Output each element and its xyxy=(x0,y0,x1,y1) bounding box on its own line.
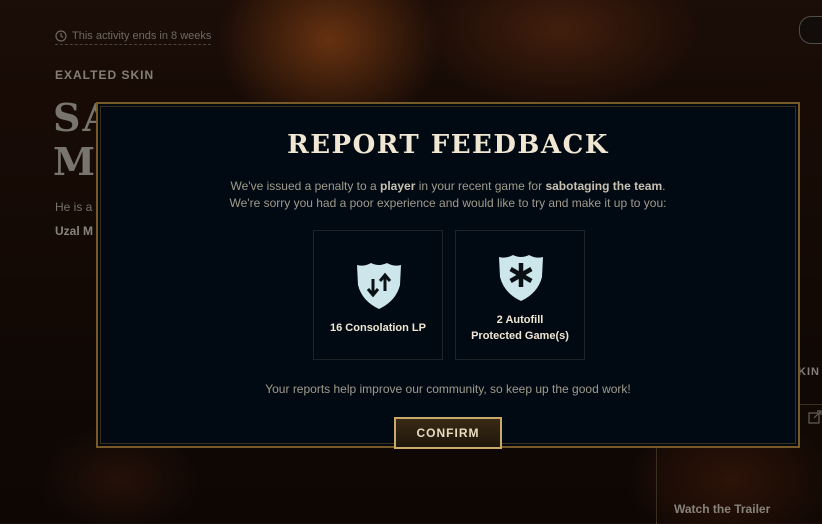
message-text: . xyxy=(662,179,666,193)
modal-title: REPORT FEEDBACK xyxy=(287,130,609,160)
reward-label: 16 Consolation LP xyxy=(330,322,426,334)
confirm-button[interactable]: CONFIRM xyxy=(394,417,502,449)
reward-label: 2 Autofill Protected Game(s) xyxy=(456,312,584,344)
reward-label-line-1: 2 Autofill xyxy=(496,314,544,326)
message-text: We've issued a penalty to a xyxy=(230,179,381,193)
message-emphasis-player: player xyxy=(380,179,416,193)
message-line-1: We've issued a penalty to a player in yo… xyxy=(98,179,798,193)
autofill-asterisk-shield-icon xyxy=(499,255,543,301)
message-text: in your recent game for xyxy=(415,179,546,193)
footer-message: Your reports help improve our community,… xyxy=(265,382,631,396)
reward-card-autofill-protection: 2 Autofill Protected Game(s) xyxy=(455,230,585,360)
message-emphasis-sabotaging: sabotaging the team xyxy=(545,179,663,193)
reward-label-line-2: Protected Game(s) xyxy=(471,330,569,342)
lp-exchange-shield-icon xyxy=(357,263,401,309)
message-line-2: We're sorry you had a poor experience an… xyxy=(229,196,667,210)
reward-card-consolation-lp: 16 Consolation LP xyxy=(313,230,443,360)
report-feedback-modal: REPORT FEEDBACK We've issued a penalty t… xyxy=(96,102,800,448)
